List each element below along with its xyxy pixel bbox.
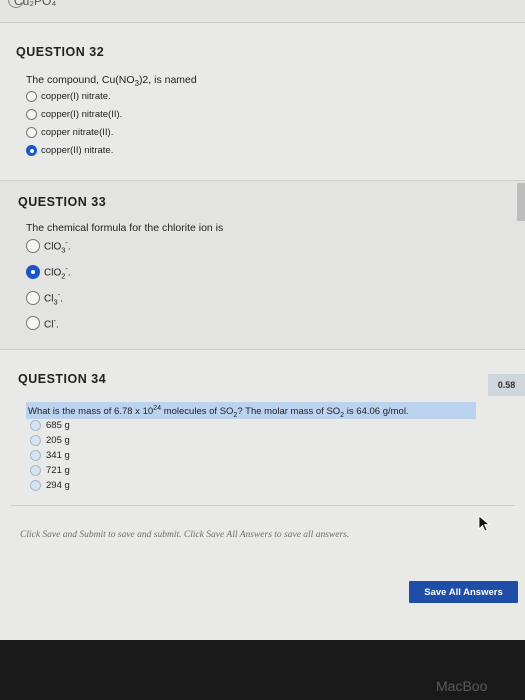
question-33-text: The chemical formula for the chlorite io… (26, 222, 224, 234)
question-32-text: The compound, Cu(NO3)2, is named (26, 74, 197, 88)
radio-button[interactable] (26, 316, 40, 331)
radio-button[interactable] (30, 465, 41, 476)
q34-option-1[interactable]: 685 g (30, 420, 70, 431)
q33-option-1[interactable]: ClO3-. (26, 238, 71, 254)
fragment-text: Cu₂PO₄ (14, 0, 57, 8)
question-34-heading: QUESTION 34 (18, 372, 107, 386)
q34-option-3-label: 341 g (46, 450, 70, 461)
q32-text-b: )2, is named (138, 74, 197, 86)
radio-button[interactable] (30, 435, 41, 446)
opt-end: . (67, 267, 71, 279)
radio-button-selected[interactable] (26, 145, 37, 156)
q34-option-4[interactable]: 721 g (30, 465, 70, 476)
q33-option-1-label: ClO3-. (44, 238, 71, 254)
q34-t2: molecules of SO (161, 406, 234, 418)
q34-option-3[interactable]: 341 g (30, 450, 70, 461)
scrollbar-thumb[interactable] (517, 183, 525, 221)
submit-instructions: Click Save and Submit to save and submit… (20, 530, 350, 540)
q32-option-1-label: copper(I) nitrate. (41, 91, 111, 102)
radio-button[interactable] (26, 291, 40, 306)
q32-option-3-label: copper nitrate(II). (41, 127, 114, 138)
opt-end: . (60, 293, 63, 305)
q34-t3: ? The molar mass of SO (237, 406, 341, 418)
previous-question-fragment: Cu₂PO₄ (0, 0, 525, 23)
q32-option-2[interactable]: copper(I) nitrate(II). (26, 109, 122, 120)
question-34-score: 0.58 (488, 374, 525, 396)
radio-button[interactable] (26, 109, 37, 120)
save-all-answers-button[interactable]: Save All Answers (409, 581, 518, 603)
radio-button[interactable] (30, 480, 41, 491)
q33-option-2-label: ClO2-. (44, 264, 71, 280)
q34-t1: What is the mass of 6.78 x 10 (28, 406, 154, 418)
opt-base: ClO (44, 267, 62, 279)
q34-option-5[interactable]: 294 g (30, 480, 70, 491)
question-34-text: What is the mass of 6.78 x 1024 molecule… (28, 404, 409, 419)
q34-option-1-label: 685 g (46, 420, 70, 431)
radio-button[interactable] (26, 239, 40, 254)
mouse-cursor-icon (478, 515, 491, 532)
screen: Cu₂PO₄ QUESTION 32 The compound, Cu(NO3)… (0, 0, 525, 640)
q34-t4: is 64.06 g/mol. (344, 406, 409, 418)
q34-option-2[interactable]: 205 g (30, 435, 70, 446)
radio-button[interactable] (26, 91, 37, 102)
q34-option-2-label: 205 g (46, 435, 70, 446)
radio-button-selected[interactable] (26, 265, 40, 280)
q32-option-1[interactable]: copper(I) nitrate. (26, 91, 111, 102)
q34-sup: 24 (153, 404, 162, 412)
q32-option-4[interactable]: copper(II) nitrate. (26, 145, 113, 156)
q32-option-4-label: copper(II) nitrate. (41, 145, 114, 156)
radio-button[interactable] (26, 127, 37, 138)
q34-option-5-label: 294 g (46, 480, 70, 491)
q32-text-a: The compound, Cu(NO (26, 74, 135, 86)
q33-option-4-label: Cl-. (44, 316, 59, 330)
question-33-heading: QUESTION 33 (18, 195, 107, 209)
radio-button[interactable] (30, 420, 41, 431)
q32-option-3[interactable]: copper nitrate(II). (26, 127, 113, 138)
opt-end: . (55, 319, 59, 331)
opt-base: ClO (44, 241, 62, 253)
divider (10, 505, 515, 506)
q33-option-3[interactable]: Cl3-. (26, 290, 63, 306)
radio-button[interactable] (30, 450, 41, 461)
q32-option-2-label: copper(I) nitrate(II). (41, 109, 123, 120)
opt-end: . (67, 241, 71, 253)
question-32-heading: QUESTION 32 (16, 45, 105, 59)
q33-option-4[interactable]: Cl-. (26, 316, 59, 330)
q33-option-2[interactable]: ClO2-. (26, 264, 71, 280)
q34-option-4-label: 721 g (46, 465, 70, 476)
q33-option-3-label: Cl3-. (44, 290, 63, 306)
laptop-bezel-brand: MacBoo (436, 678, 488, 694)
